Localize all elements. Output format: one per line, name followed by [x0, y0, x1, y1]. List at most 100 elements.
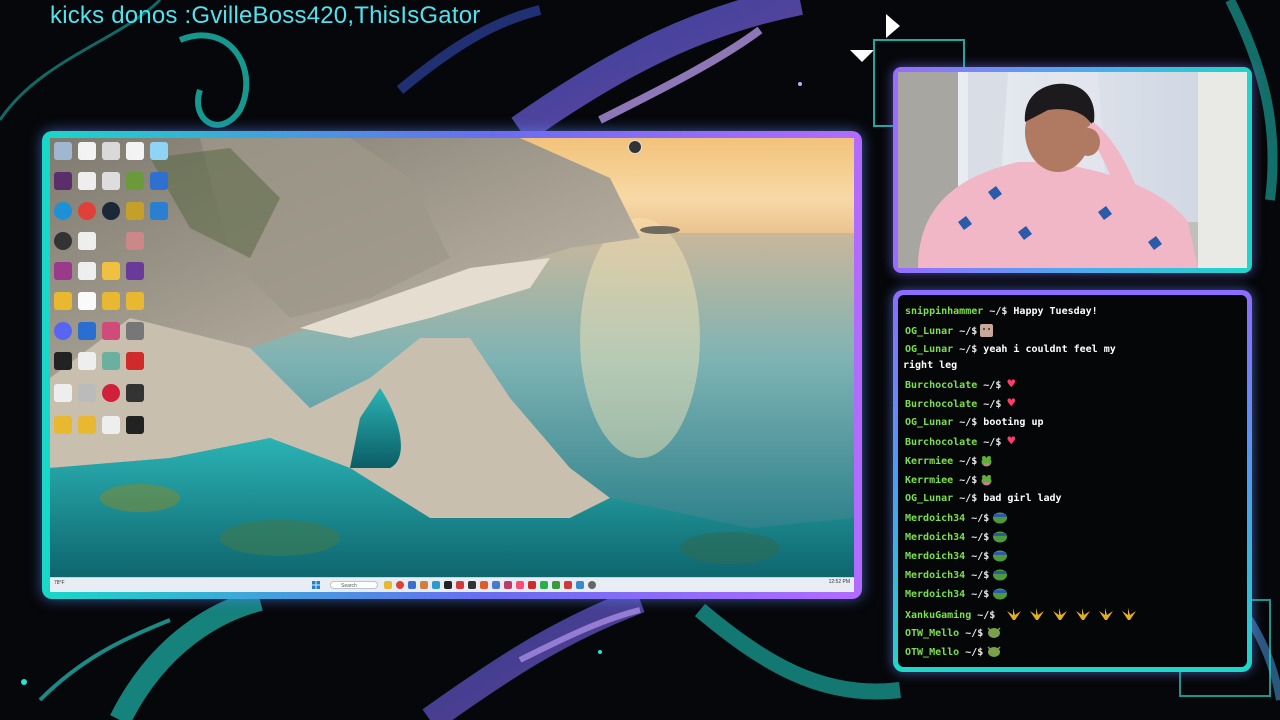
app-shortcut-icon[interactable] [126, 232, 144, 250]
leaf-emote-icons [1007, 608, 1137, 620]
chat-username: OTW_Mello [905, 628, 960, 639]
taskbar-clock[interactable]: 12:52 PM [829, 579, 850, 585]
app-icon[interactable] [516, 581, 524, 589]
chat-prompt: ~/$ [959, 344, 978, 355]
chat-message: OTW_Mello ~/$ [905, 626, 1002, 641]
app-icon[interactable] [552, 581, 560, 589]
chat-message: Burchocolate ~/$ ♥ [905, 435, 1015, 450]
app-shortcut-icon[interactable] [54, 384, 72, 402]
app-shortcut-icon[interactable] [102, 322, 120, 340]
app-shortcut-icon[interactable] [78, 172, 96, 190]
app-shortcut-icon[interactable] [102, 172, 120, 190]
obs-icon[interactable] [54, 232, 72, 250]
app-icon[interactable] [420, 581, 428, 589]
windows-start-icon[interactable] [312, 581, 320, 589]
pepe-emote-icon [993, 531, 1008, 543]
app-icon[interactable] [432, 581, 440, 589]
app-shortcut-icon[interactable] [78, 262, 96, 280]
folder-icon[interactable] [54, 416, 72, 434]
app-shortcut-icon[interactable] [78, 352, 96, 370]
webcam-feed [898, 72, 1247, 268]
chat-username: XankuGaming [905, 610, 972, 621]
steam-icon[interactable] [102, 202, 120, 220]
desktop-screen: 78°F Search 12:52 PM [50, 138, 854, 592]
app-shortcut-icon[interactable] [126, 202, 144, 220]
folder-icon[interactable] [102, 292, 120, 310]
app-icon[interactable] [444, 581, 452, 589]
gear-icon[interactable] [588, 581, 596, 589]
chat-message: Merdoich34 ~/$ [905, 587, 1008, 602]
app-shortcut-icon[interactable] [126, 142, 144, 160]
pepe-emote-icon [993, 550, 1008, 562]
app-shortcut-icon[interactable] [102, 352, 120, 370]
screen-capture-frame: 78°F Search 12:52 PM [42, 131, 862, 599]
folder-icon[interactable] [102, 262, 120, 280]
chrome-icon[interactable] [396, 581, 404, 589]
folder-icon[interactable] [126, 292, 144, 310]
heart-emote-icon: ♥ [1007, 396, 1016, 411]
app-shortcut-icon[interactable] [102, 416, 120, 434]
chat-text: Happy Tuesday! [1013, 306, 1098, 317]
shield-icon[interactable] [150, 172, 168, 190]
pepe-emote-icon [993, 588, 1008, 600]
chat-message: Merdoich34 ~/$ [905, 530, 1008, 545]
bug-emote-icon [987, 646, 1001, 657]
app-shortcut-icon[interactable] [126, 384, 144, 402]
app-shortcut-icon[interactable] [150, 202, 168, 220]
chat-prompt: ~/$ [983, 399, 1002, 410]
chat-username: Merdoich34 [905, 589, 966, 600]
chrome-icon[interactable] [78, 202, 96, 220]
app-shortcut-icon[interactable] [78, 384, 96, 402]
app-icon[interactable] [456, 581, 464, 589]
app-icon[interactable] [504, 581, 512, 589]
chat-prompt: ~/$ [971, 589, 990, 600]
desktop-shortcut[interactable] [622, 140, 648, 154]
app-shortcut-icon[interactable] [102, 384, 120, 402]
file-explorer-icon[interactable] [384, 581, 392, 589]
app-shortcut-icon[interactable] [54, 172, 72, 190]
taskbar-search-input[interactable]: Search [330, 581, 378, 589]
app-shortcut-icon[interactable] [54, 352, 72, 370]
epic-games-icon[interactable] [126, 416, 144, 434]
app-icon[interactable] [540, 581, 548, 589]
app-icon[interactable] [468, 581, 476, 589]
recycle-bin-icon[interactable] [54, 142, 72, 160]
webcam-image [898, 72, 1247, 268]
chat-prompt: ~/$ [959, 493, 978, 504]
app-shortcut-icon[interactable] [126, 172, 144, 190]
edge-icon[interactable] [54, 202, 72, 220]
chat-username: OG_Lunar [905, 344, 954, 355]
chat-message: Merdoich34 ~/$ [905, 511, 1008, 526]
app-icon[interactable] [480, 581, 488, 589]
app-shortcut-icon[interactable] [54, 262, 72, 280]
discord-icon[interactable] [54, 322, 72, 340]
app-shortcut-icon[interactable] [126, 352, 144, 370]
app-icon[interactable] [576, 581, 584, 589]
app-shortcut-icon[interactable] [102, 142, 120, 160]
app-shortcut-icon[interactable] [126, 322, 144, 340]
chat-username: Merdoich34 [905, 532, 966, 543]
chat-message: Kerrmiee ~/$ [905, 473, 993, 488]
chat-message: Merdoich34 ~/$ [905, 568, 1008, 583]
chat-prompt: ~/$ [983, 437, 1002, 448]
folder-icon[interactable] [54, 292, 72, 310]
chat-message: OG_Lunar ~/$ bad girl lady [905, 492, 1062, 506]
file-icon[interactable] [78, 292, 96, 310]
folder-icon[interactable] [150, 142, 168, 160]
app-shortcut-icon[interactable] [78, 322, 96, 340]
chat-username: Merdoich34 [905, 570, 966, 581]
weather-widget[interactable]: 78°F [54, 580, 65, 586]
app-icon[interactable] [492, 581, 500, 589]
chat-username: Kerrmiee [905, 456, 954, 467]
app-shortcut-icon[interactable] [78, 232, 96, 250]
app-shortcut-icon[interactable] [126, 262, 144, 280]
app-icon[interactable] [564, 581, 572, 589]
app-icon[interactable] [408, 581, 416, 589]
chat-text: bad girl lady [983, 493, 1062, 504]
donation-ticker: kicks donos :GvilleBoss420,ThisIsGator [50, 2, 481, 29]
app-shortcut-icon[interactable] [78, 142, 96, 160]
folder-icon[interactable] [78, 416, 96, 434]
chat-prompt: ~/$ [971, 513, 990, 524]
app-icon[interactable] [528, 581, 536, 589]
chat-username: Merdoich34 [905, 513, 966, 524]
